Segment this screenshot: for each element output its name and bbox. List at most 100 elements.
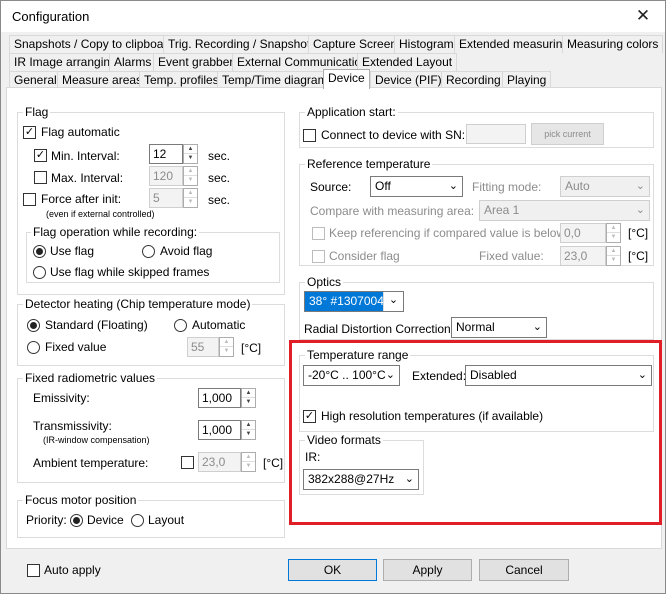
use-flag-radio[interactable]	[33, 245, 46, 258]
optics-select[interactable]: 38° #13070045 ⌄	[304, 291, 404, 312]
fitting-mode-select[interactable]: Auto ⌄	[560, 176, 650, 197]
ambient-checkbox[interactable]	[181, 456, 194, 469]
priority-label: Priority:	[26, 513, 67, 527]
source-label: Source:	[310, 180, 352, 194]
connect-sn-label: Connect to device with SN:	[321, 128, 466, 142]
source-select[interactable]: Off ⌄	[370, 176, 463, 197]
tab-trig-recording[interactable]: Trig. Recording / Snapshots	[163, 35, 322, 53]
sn-input[interactable]	[466, 124, 526, 144]
fixed-value-ref-label: Fixed value:	[479, 249, 544, 263]
flag-automatic-checkbox[interactable]: ✓	[23, 126, 36, 139]
keep-referencing-label: Keep referencing if compared value is be…	[329, 226, 569, 240]
force-value-input[interactable]: 5	[149, 188, 183, 208]
chevron-down-icon: ⌄	[448, 180, 458, 192]
fixed-heating-input[interactable]: 55	[187, 337, 219, 357]
optics-title: Optics	[305, 275, 344, 289]
pick-current-button[interactable]: pick current	[531, 123, 604, 145]
max-interval-spinner[interactable]: ▲ ▼	[183, 166, 198, 186]
ambient-unit: [°C]	[263, 456, 284, 470]
emissivity-input[interactable]: 1,000	[198, 388, 241, 408]
tab-alarms[interactable]: Alarms	[109, 53, 157, 71]
connect-sn-checkbox[interactable]	[303, 129, 316, 142]
skipped-frames-label: Use flag while skipped frames	[50, 265, 210, 279]
configuration-window: Configuration ✕ Snapshots / Copy to clip…	[0, 0, 666, 594]
title-bar: Configuration ✕	[1, 1, 665, 32]
ambient-label: Ambient temperature:	[33, 456, 149, 470]
tab-extended-layout[interactable]: Extended Layout	[357, 53, 458, 71]
chevron-down-icon: ⌄	[532, 321, 542, 333]
min-interval-label: Min. Interval:	[51, 149, 120, 163]
force-value-spinner[interactable]: ▲ ▼	[183, 188, 198, 208]
fixed-value-ref-spinner[interactable]: ▲ ▼	[606, 246, 621, 266]
min-interval-checkbox[interactable]: ✓	[34, 149, 47, 162]
automatic-label: Automatic	[192, 318, 246, 332]
fixed-value-radio[interactable]	[27, 341, 40, 354]
optics-value: 38° #13070045	[309, 294, 391, 308]
keep-referencing-unit: [°C]	[628, 226, 649, 240]
keep-referencing-input[interactable]: 0,0	[560, 223, 606, 243]
ambient-spinner[interactable]: ▲ ▼	[241, 452, 256, 472]
external-note: (even if external controlled)	[46, 209, 155, 219]
avoid-flag-label: Avoid flag	[160, 244, 213, 258]
ok-button[interactable]: OK	[288, 559, 377, 581]
tab-histogram[interactable]: Histogram	[394, 35, 459, 53]
max-interval-input[interactable]: 120	[149, 166, 183, 186]
use-flag-label: Use flag	[50, 244, 95, 258]
flag-operation-title: Flag operation while recording:	[31, 225, 200, 239]
priority-device-radio[interactable]	[70, 514, 83, 527]
compare-label: Compare with measuring area:	[310, 204, 475, 218]
fitting-mode-value: Auto	[565, 179, 590, 193]
window-title: Configuration	[12, 9, 90, 24]
ambient-input[interactable]: 23,0	[198, 452, 241, 472]
priority-device-label: Device	[87, 513, 124, 527]
focus-motor-title: Focus motor position	[23, 493, 139, 507]
keep-referencing-spinner[interactable]: ▲ ▼	[606, 223, 621, 243]
tab-snapshots[interactable]: Snapshots / Copy to clipboard	[9, 35, 180, 53]
fixed-value-ref-input[interactable]: 23,0	[560, 246, 606, 266]
tab-capture-screen[interactable]: Capture Screen	[308, 35, 403, 53]
tab-event-grabber[interactable]: Event grabber	[153, 53, 239, 71]
radial-distortion-label: Radial Distortion Correction:	[304, 322, 455, 336]
emissivity-spinner[interactable]: ▲ ▼	[241, 388, 256, 408]
max-interval-checkbox[interactable]	[34, 171, 47, 184]
tab-device[interactable]: Device	[323, 69, 370, 89]
radiometric-title: Fixed radiometric values	[23, 371, 158, 385]
auto-apply-checkbox[interactable]	[27, 564, 40, 577]
transmissivity-spinner[interactable]: ▲ ▼	[241, 420, 256, 440]
apply-button[interactable]: Apply	[383, 559, 472, 581]
transmissivity-input[interactable]: 1,000	[198, 420, 241, 440]
standard-floating-radio[interactable]	[27, 319, 40, 332]
close-icon[interactable]: ✕	[623, 3, 663, 29]
auto-apply-label: Auto apply	[44, 563, 101, 577]
reference-temperature-title: Reference temperature	[305, 157, 433, 171]
min-interval-spinner[interactable]: ▲ ▼	[183, 144, 198, 164]
radial-distortion-select[interactable]: Normal ⌄	[451, 317, 547, 338]
cancel-button[interactable]: Cancel	[479, 559, 569, 581]
standard-floating-label: Standard (Floating)	[45, 318, 148, 332]
keep-referencing-checkbox[interactable]	[312, 227, 325, 240]
force-after-init-label: Force after init:	[41, 192, 122, 206]
min-interval-input[interactable]: 12	[149, 144, 183, 164]
transmissivity-note: (IR-window compensation)	[43, 435, 150, 445]
tab-ir-image-arranging[interactable]: IR Image arranging	[9, 53, 122, 71]
fixed-value-ref-unit: [°C]	[628, 249, 649, 263]
compare-area-select[interactable]: Area 1 ⌄	[479, 200, 650, 221]
consider-flag-label: Consider flag	[329, 249, 400, 263]
force-value-unit: sec.	[208, 193, 231, 207]
transmissivity-label: Transmissivity:	[33, 419, 112, 433]
automatic-radio[interactable]	[174, 319, 187, 332]
priority-layout-radio[interactable]	[131, 514, 144, 527]
flag-automatic-label: Flag automatic	[41, 125, 120, 139]
fixed-heating-spinner[interactable]: ▲ ▼	[219, 337, 234, 357]
application-start-title: Application start:	[305, 105, 398, 119]
tab-measuring-colors[interactable]: Measuring colors	[562, 35, 664, 53]
avoid-flag-radio[interactable]	[142, 245, 155, 258]
fixed-heating-unit: [°C]	[241, 341, 262, 355]
tab-extended-measuring[interactable]: Extended measuring	[454, 35, 575, 53]
force-after-init-checkbox[interactable]	[23, 193, 36, 206]
consider-flag-checkbox[interactable]	[312, 250, 325, 263]
fixed-value-label: Fixed value	[45, 340, 107, 354]
fitting-mode-label: Fitting mode:	[472, 180, 542, 194]
skipped-frames-radio[interactable]	[33, 266, 46, 279]
flag-group-title: Flag	[23, 105, 51, 119]
